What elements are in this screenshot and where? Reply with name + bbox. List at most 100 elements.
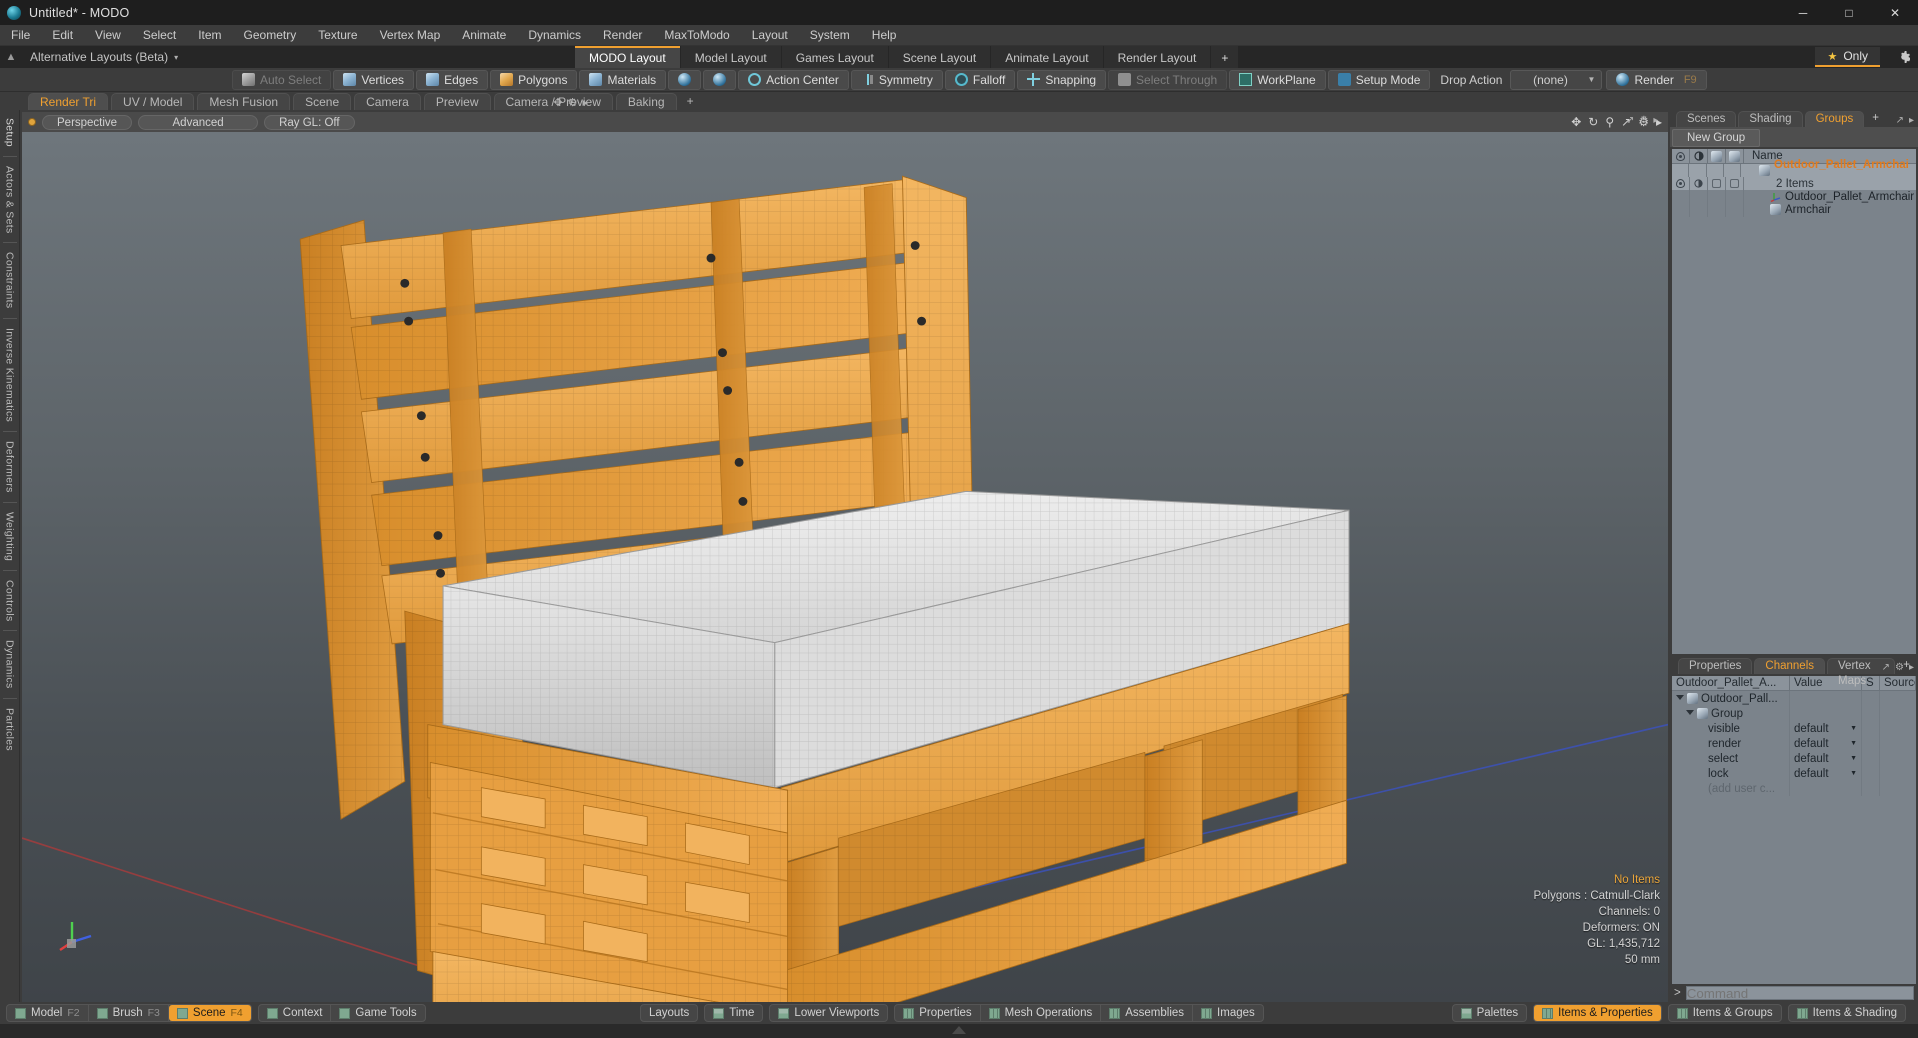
channels-table[interactable]: Outdoor_Pallet_A... Value S Source Outdo… — [1672, 675, 1916, 984]
table-row[interactable]: Armchair — [1672, 202, 1916, 217]
maximize-button[interactable]: □ — [1826, 0, 1872, 25]
row-visibility-toggle[interactable] — [1672, 189, 1690, 204]
drop-action-dropdown[interactable]: (none) ▼ — [1510, 69, 1603, 90]
expand-icon[interactable]: ✥ — [553, 96, 562, 109]
alt-layouts-arrow-icon[interactable]: ▲ — [0, 46, 22, 68]
tab-groups[interactable]: Groups — [1804, 111, 1865, 127]
new-group-button[interactable]: New Group — [1672, 129, 1761, 147]
brush-mode-button[interactable]: Brush F3 — [89, 1005, 169, 1021]
menu-file[interactable]: File — [0, 25, 41, 46]
table-row[interactable]: Outdoor_Pall... — [1672, 691, 1916, 706]
workplane-button[interactable]: WorkPlane — [1229, 69, 1326, 90]
channel-value-dropdown[interactable]: default ▼ — [1790, 766, 1862, 781]
rail-group-constraints[interactable]: Constraints — [4, 246, 16, 314]
tab-render-layout[interactable]: Render Layout — [1103, 46, 1211, 68]
rail-group-controls[interactable]: Controls — [4, 574, 16, 628]
chevron-right-icon[interactable]: ▸ — [582, 96, 588, 109]
setup-mode-button[interactable]: Setup Mode — [1327, 69, 1431, 90]
gear-icon[interactable]: ⚙ — [568, 96, 578, 109]
table-row[interactable]: select default ▼ — [1672, 751, 1916, 766]
tab-scenes[interactable]: Scenes — [1676, 111, 1737, 127]
ray-gl-toggle[interactable]: Ray GL: Off — [264, 114, 355, 130]
tab-modo-layout[interactable]: MODO Layout — [575, 46, 680, 68]
channel-value-dropdown[interactable]: default ▼ — [1790, 751, 1862, 766]
row-wireframe-toggle[interactable] — [1708, 202, 1726, 217]
command-input[interactable] — [1685, 986, 1914, 1000]
menu-select[interactable]: Select — [132, 25, 187, 46]
row-shading-toggle[interactable] — [1689, 163, 1707, 178]
scene-mode-button[interactable]: Scene F4 — [168, 1005, 251, 1021]
tab-uv-model[interactable]: UV / Model — [111, 93, 195, 110]
select-through-button[interactable]: Select Through — [1108, 69, 1228, 90]
row-ghost-toggle[interactable] — [1726, 176, 1744, 191]
chevron-right-icon[interactable]: ▸ — [1909, 115, 1914, 126]
menu-edit[interactable]: Edit — [41, 25, 84, 46]
tab-games-layout[interactable]: Games Layout — [781, 46, 888, 68]
table-row[interactable]: visible default ▼ — [1672, 721, 1916, 736]
tab-animate-layout[interactable]: Animate Layout — [991, 46, 1103, 68]
row-ghost-toggle[interactable] — [1724, 163, 1742, 178]
tab-channels[interactable]: Channels — [1754, 658, 1826, 674]
menu-geometry[interactable]: Geometry — [233, 25, 308, 46]
mesh-operations-button[interactable]: Mesh Operations — [981, 1005, 1102, 1021]
menu-layout[interactable]: Layout — [741, 25, 799, 46]
rail-group-particles[interactable]: Particles — [4, 702, 16, 757]
tab-add-layout[interactable]: + — [1211, 46, 1239, 68]
shading-advanced-dropdown[interactable]: Advanced — [138, 114, 259, 130]
channel-name-cell[interactable]: Outdoor_Pall... — [1672, 691, 1790, 706]
tab-properties[interactable]: Properties — [1678, 658, 1753, 674]
row-shading-toggle[interactable] — [1690, 189, 1708, 204]
images-button[interactable]: Images — [1193, 1005, 1263, 1021]
edges-button[interactable]: Edges — [416, 69, 489, 90]
row-wireframe-toggle[interactable] — [1708, 189, 1726, 204]
add-user-channel-cell[interactable]: (add user c... — [1672, 781, 1790, 796]
rail-group-setup[interactable]: Setup — [4, 112, 16, 153]
symmetry-button[interactable]: Symmetry — [850, 69, 943, 90]
alternative-layouts-dropdown[interactable]: Alternative Layouts (Beta) ▾ — [22, 46, 186, 68]
3d-viewport[interactable]: No Items Polygons : Catmull-Clark Channe… — [22, 132, 1668, 1002]
close-button[interactable]: ✕ — [1872, 0, 1918, 25]
menu-animate[interactable]: Animate — [451, 25, 517, 46]
row-ghost-toggle[interactable] — [1726, 189, 1744, 204]
table-row[interactable]: lock default ▼ — [1672, 766, 1916, 781]
game-tools-button[interactable]: Game Tools — [331, 1005, 424, 1021]
item-mode-button[interactable] — [668, 69, 702, 90]
row-wireframe-toggle[interactable] — [1708, 176, 1726, 191]
row-shading-toggle[interactable] — [1690, 176, 1708, 191]
menu-item[interactable]: Item — [187, 25, 232, 46]
table-row[interactable]: Outdoor_Pallet_Armchai ... — [1672, 159, 1916, 183]
assemblies-button[interactable]: Assemblies — [1101, 1005, 1194, 1021]
lower-viewports-button[interactable]: Lower Viewports — [770, 1005, 887, 1021]
tab-scene-layout[interactable]: Scene Layout — [888, 46, 991, 68]
tab-mesh-fusion[interactable]: Mesh Fusion — [197, 93, 291, 110]
bottom-expand-bar[interactable] — [0, 1024, 1918, 1038]
vertices-button[interactable]: Vertices — [333, 69, 415, 90]
items-properties-button[interactable]: Items & Properties — [1534, 1005, 1661, 1021]
tree-item-mesh[interactable]: Armchair — [1744, 204, 1831, 216]
tab-add-viewport[interactable]: + — [680, 93, 701, 110]
layouts-button[interactable]: Layouts — [641, 1005, 697, 1021]
chevron-right-icon[interactable]: ▸ — [1909, 662, 1914, 673]
polygons-button[interactable]: Polygons — [490, 69, 578, 90]
channel-name-cell[interactable]: Group — [1672, 706, 1790, 721]
table-row[interactable]: Outdoor_Pallet_Armchair — [1672, 189, 1916, 204]
properties-panel-button[interactable]: Properties — [895, 1005, 981, 1021]
channel-value-dropdown[interactable]: default ▼ — [1790, 736, 1862, 751]
menu-render[interactable]: Render — [592, 25, 653, 46]
tab-camera[interactable]: Camera — [354, 93, 421, 110]
rail-group-dynamics[interactable]: Dynamics — [4, 634, 16, 695]
row-visibility-toggle[interactable] — [1672, 163, 1690, 178]
perspective-dropdown[interactable]: Perspective — [42, 114, 133, 130]
rail-group-inverse-kinematics[interactable]: Inverse Kinematics — [4, 322, 16, 428]
pivot-mode-button[interactable] — [703, 69, 737, 90]
tab-model-layout[interactable]: Model Layout — [680, 46, 781, 68]
tab-scene[interactable]: Scene — [293, 93, 352, 110]
zoom-icon[interactable]: ⚲ — [1605, 115, 1614, 129]
gear-icon[interactable] — [1896, 49, 1912, 65]
row-ghost-toggle[interactable] — [1726, 202, 1744, 217]
action-center-button[interactable]: Action Center — [738, 69, 849, 90]
rotate-icon[interactable]: ↻ — [1588, 115, 1598, 129]
time-button[interactable]: Time — [705, 1005, 762, 1021]
materials-button[interactable]: Materials — [579, 69, 667, 90]
table-row[interactable]: Group — [1672, 706, 1916, 721]
